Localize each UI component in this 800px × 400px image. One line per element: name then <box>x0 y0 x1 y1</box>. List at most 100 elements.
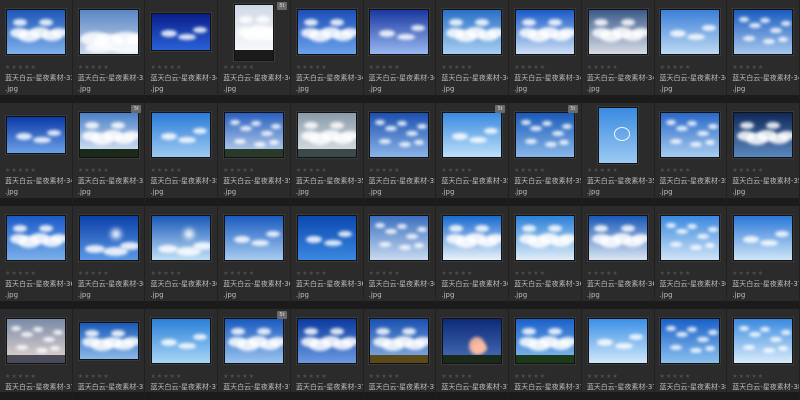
image-thumbnail[interactable] <box>442 112 503 158</box>
star-rating[interactable]: ★★★★★ <box>78 373 110 380</box>
star-rating[interactable]: ★★★★★ <box>514 64 546 71</box>
star-rating[interactable]: ★★★★★ <box>78 167 110 174</box>
image-thumbnail[interactable] <box>514 9 575 55</box>
image-thumbnail[interactable] <box>369 9 430 55</box>
image-thumbnail[interactable] <box>442 215 503 261</box>
star-rating[interactable]: ★★★★★ <box>441 167 473 174</box>
star-rating[interactable]: ★★★★★ <box>223 167 255 174</box>
star-rating[interactable]: ★★★★★ <box>732 270 764 277</box>
file-thumbnail-item[interactable]: ★★★★★ 蓝天白云-星夜素材-365 .jpg <box>363 206 437 309</box>
image-thumbnail[interactable] <box>296 215 357 261</box>
star-rating[interactable]: ★★★★★ <box>732 167 764 174</box>
star-rating[interactable]: ★★★★★ <box>369 373 401 380</box>
star-rating[interactable]: ★★★★★ <box>78 270 110 277</box>
file-thumbnail-item[interactable]: ★★★★★ 蓝天白云-星夜素材-367 .jpg <box>509 206 582 309</box>
file-thumbnail-item[interactable]: 5t ★★★★★ 蓝天白云-星夜素材-374 .jpg <box>218 309 291 400</box>
file-thumbnail-item[interactable]: ★★★★★ 蓝天白云-星夜素材-351 .jpg <box>145 103 219 206</box>
file-thumbnail-item[interactable]: ★★★★★ 蓝天白云-星夜素材-343 .jpg <box>363 0 437 103</box>
file-thumbnail-item[interactable]: ★★★★★ 蓝天白云-星夜素材-354 .jpg <box>363 103 437 206</box>
star-rating[interactable]: ★★★★★ <box>150 373 182 380</box>
image-thumbnail[interactable] <box>442 9 503 55</box>
star-rating[interactable]: ★★★★★ <box>441 64 473 71</box>
file-thumbnail-item[interactable]: ★★★★★ 蓝天白云-星夜素材-361 .jpg <box>72 206 146 309</box>
image-thumbnail[interactable] <box>296 112 357 158</box>
star-rating[interactable]: ★★★★★ <box>732 373 764 380</box>
star-rating[interactable]: ★★★★★ <box>514 270 546 277</box>
file-thumbnail-item[interactable]: ★★★★★ 蓝天白云-星夜素材-340 .jpg <box>145 0 219 103</box>
star-rating[interactable]: ★★★★★ <box>514 373 546 380</box>
image-thumbnail[interactable] <box>151 13 212 51</box>
file-thumbnail-item[interactable]: 5t ★★★★★ 蓝天白云-星夜素材-341 .jpg <box>218 0 291 103</box>
image-thumbnail[interactable] <box>369 215 430 261</box>
file-thumbnail-item[interactable]: ★★★★★ 蓝天白云-星夜素材-378 .jpg <box>509 309 582 400</box>
file-thumbnail-item[interactable]: ★★★★★ 蓝天白云-星夜素材-358 .jpg <box>654 103 728 206</box>
file-thumbnail-item[interactable]: 5t ★★★★★ 蓝天白云-星夜素材-356 .jpg <box>509 103 582 206</box>
star-rating[interactable]: ★★★★★ <box>441 270 473 277</box>
image-thumbnail[interactable] <box>5 318 66 364</box>
file-thumbnail-item[interactable]: ★★★★★ 蓝天白云-星夜素材-362 .jpg <box>145 206 219 309</box>
star-rating[interactable]: ★★★★★ <box>150 64 182 71</box>
file-thumbnail-item[interactable]: ★★★★★ 蓝天白云-星夜素材-377 .jpg <box>436 309 510 400</box>
file-thumbnail-item[interactable]: ★★★★★ 蓝天白云-星夜素材-364 .jpg <box>290 206 364 309</box>
image-thumbnail[interactable] <box>442 318 503 364</box>
file-thumbnail-item[interactable]: ★★★★★ 蓝天白云-星夜素材-379 .jpg <box>581 309 655 400</box>
star-rating[interactable]: ★★★★★ <box>150 167 182 174</box>
image-thumbnail[interactable] <box>151 112 212 158</box>
image-thumbnail[interactable] <box>369 112 430 158</box>
star-rating[interactable]: ★★★★★ <box>587 64 619 71</box>
file-thumbnail-item[interactable]: ★★★★★ 蓝天白云-星夜素材-339 .jpg <box>72 0 146 103</box>
star-rating[interactable]: ★★★★★ <box>369 64 401 71</box>
file-thumbnail-item[interactable]: ★★★★★ 蓝天白云-星夜素材-366 .jpg <box>436 206 510 309</box>
image-thumbnail[interactable] <box>514 318 575 364</box>
image-thumbnail[interactable] <box>151 215 212 261</box>
file-thumbnail-item[interactable]: ★★★★★ 蓝天白云-星夜素材-381 .jpg <box>727 309 800 400</box>
image-thumbnail[interactable] <box>234 3 275 61</box>
star-rating[interactable]: ★★★★★ <box>369 270 401 277</box>
star-rating[interactable]: ★★★★★ <box>5 270 37 277</box>
star-rating[interactable]: ★★★★★ <box>5 167 37 174</box>
file-thumbnail-item[interactable]: ★★★★★ 蓝天白云-星夜素材-373 .jpg <box>145 309 219 400</box>
image-thumbnail[interactable] <box>733 215 794 261</box>
image-thumbnail[interactable] <box>660 112 721 158</box>
star-rating[interactable]: ★★★★★ <box>587 270 619 277</box>
file-thumbnail-item[interactable]: 5t ★★★★★ 蓝天白云-星夜素材-350 .jpg <box>72 103 146 206</box>
file-thumbnail-item[interactable]: ★★★★★ 蓝天白云-星夜素材-347 .jpg <box>654 0 728 103</box>
file-thumbnail-item[interactable]: ★★★★★ 蓝天白云-星夜素材-370 .jpg <box>727 206 800 309</box>
file-thumbnail-item[interactable]: ★★★★★ 蓝天白云-星夜素材-349 .jpg <box>0 103 73 206</box>
star-rating[interactable]: ★★★★★ <box>441 373 473 380</box>
file-thumbnail-item[interactable]: ★★★★★ 蓝天白云-星夜素材-369 .jpg <box>654 206 728 309</box>
star-rating[interactable]: ★★★★★ <box>296 167 328 174</box>
image-thumbnail[interactable] <box>587 9 648 55</box>
star-rating[interactable]: ★★★★★ <box>296 64 328 71</box>
file-thumbnail-item[interactable]: ★★★★★ 蓝天白云-星夜素材-368 .jpg <box>581 206 655 309</box>
star-rating[interactable]: ★★★★★ <box>78 64 110 71</box>
star-rating[interactable]: ★★★★★ <box>5 64 37 71</box>
file-thumbnail-item[interactable]: ★★★★★ 蓝天白云-星夜素材-359 .jpg <box>727 103 800 206</box>
star-rating[interactable]: ★★★★★ <box>223 373 255 380</box>
image-thumbnail[interactable] <box>733 9 794 55</box>
image-thumbnail[interactable] <box>660 9 721 55</box>
file-thumbnail-item[interactable]: ★★★★★ 蓝天白云-星夜素材-345 .jpg <box>509 0 582 103</box>
image-thumbnail[interactable] <box>733 112 794 158</box>
star-rating[interactable]: ★★★★★ <box>660 64 692 71</box>
star-rating[interactable]: ★★★★★ <box>660 373 692 380</box>
image-thumbnail[interactable] <box>151 318 212 364</box>
image-thumbnail[interactable] <box>78 9 139 55</box>
image-thumbnail[interactable] <box>5 116 66 154</box>
image-thumbnail[interactable] <box>5 215 66 261</box>
image-thumbnail[interactable] <box>78 215 139 261</box>
file-thumbnail-item[interactable]: ★★★★★ 蓝天白云-星夜素材-346 .jpg <box>581 0 655 103</box>
image-thumbnail[interactable] <box>597 106 638 164</box>
image-thumbnail[interactable] <box>733 318 794 364</box>
image-thumbnail[interactable] <box>296 318 357 364</box>
file-thumbnail-item[interactable]: ★★★★★ 蓝天白云-星夜素材-360 .jpg <box>0 206 73 309</box>
star-rating[interactable]: ★★★★★ <box>732 64 764 71</box>
star-rating[interactable]: ★★★★★ <box>514 167 546 174</box>
image-thumbnail[interactable] <box>660 215 721 261</box>
image-thumbnail[interactable] <box>369 318 430 364</box>
star-rating[interactable]: ★★★★★ <box>223 64 255 71</box>
image-thumbnail[interactable] <box>5 9 66 55</box>
image-thumbnail[interactable] <box>224 215 285 261</box>
image-thumbnail[interactable] <box>224 112 285 158</box>
file-thumbnail-item[interactable]: ★★★★★ 蓝天白云-星夜素材-357 .jpg <box>581 103 655 206</box>
